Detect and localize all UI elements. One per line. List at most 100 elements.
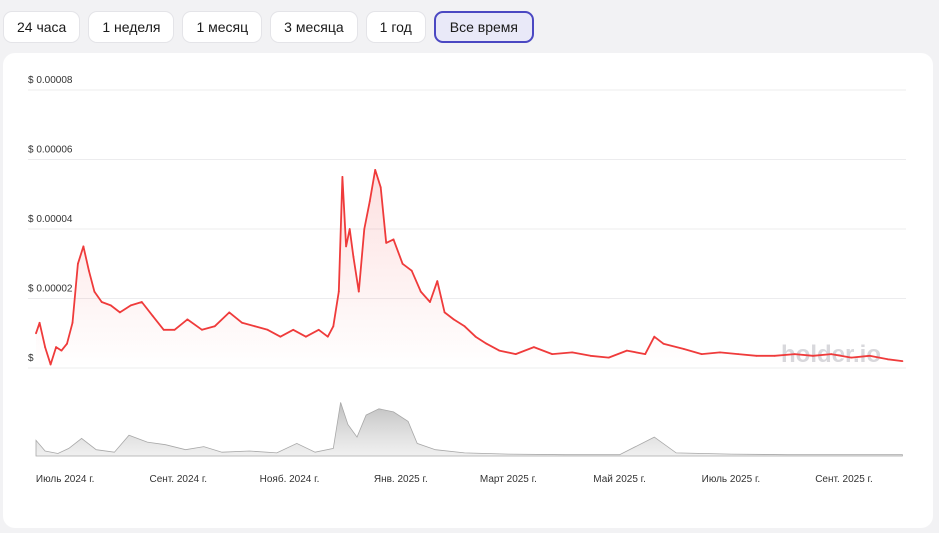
price-point xyxy=(162,328,165,331)
price-point xyxy=(93,290,96,293)
price-point xyxy=(341,176,344,178)
price-point xyxy=(653,335,656,338)
price-point xyxy=(662,342,665,345)
chart-card: $$ 0.00002$ 0.00004$ 0.00006$ 0.00008 ho… xyxy=(3,53,933,528)
price-point xyxy=(352,255,355,258)
tab-2[interactable]: 1 месяц xyxy=(182,11,263,43)
price-point xyxy=(44,346,46,348)
x-tick-label: Март 2025 г. xyxy=(480,474,537,485)
price-point xyxy=(241,321,244,324)
price-point xyxy=(49,363,52,366)
price-point xyxy=(326,335,329,338)
tab-0[interactable]: 24 часа xyxy=(3,11,81,43)
x-tick-label: Сент. 2025 г. xyxy=(815,474,873,485)
price-point xyxy=(773,354,776,357)
price-point xyxy=(317,328,320,331)
tab-3[interactable]: 3 месяца xyxy=(270,11,358,43)
price-point xyxy=(213,325,216,328)
x-axis-labels: Июль 2024 г. Сент. 2024 г. Нояб. 2024 г. Ян… xyxy=(36,473,873,485)
price-point xyxy=(551,353,554,355)
y-tick-label: $ 0.00008 xyxy=(28,75,73,86)
price-point xyxy=(305,335,307,338)
price-point xyxy=(452,318,455,321)
price-point xyxy=(607,356,610,359)
y-tick-label: $ 0.00004 xyxy=(28,214,73,225)
price-point xyxy=(82,245,85,248)
tab-4[interactable]: 1 год xyxy=(365,11,426,43)
price-point xyxy=(292,328,295,331)
price-point xyxy=(830,353,833,355)
price-point xyxy=(368,200,371,203)
y-tick-label: $ 0.00002 xyxy=(28,284,73,295)
x-tick-label: Май 2025 г. xyxy=(593,474,646,485)
price-point xyxy=(644,353,647,355)
price-point xyxy=(474,335,477,338)
price-point xyxy=(401,262,404,265)
price-area-fill xyxy=(36,169,903,368)
price-point xyxy=(682,348,685,350)
x-tick-label: Июль 2024 г. xyxy=(36,474,95,485)
price-point xyxy=(332,325,335,328)
price-point xyxy=(254,325,256,328)
price-point xyxy=(737,353,740,355)
x-tick-label: Июль 2025 г. xyxy=(702,474,761,485)
price-point xyxy=(498,349,501,352)
price-point xyxy=(173,328,176,331)
price-point xyxy=(140,301,143,303)
price-point xyxy=(514,353,517,355)
price-point xyxy=(901,360,904,362)
price-point xyxy=(812,354,814,357)
price-point xyxy=(850,356,853,359)
price-point xyxy=(357,290,360,293)
volume-area-path xyxy=(35,402,903,457)
price-point xyxy=(485,342,488,345)
price-point xyxy=(793,353,796,355)
price-point xyxy=(379,186,382,189)
price-point xyxy=(201,328,203,331)
y-tick-label: $ xyxy=(28,353,34,364)
price-point xyxy=(151,315,154,317)
price-point xyxy=(700,353,703,355)
price-point xyxy=(348,228,351,230)
price-point xyxy=(419,290,422,293)
price-point xyxy=(385,242,388,244)
y-axis-labels: $ $ 0.00002 $ 0.00004 $ 0.00006 $ 0.00008 xyxy=(28,75,73,364)
price-point xyxy=(571,351,574,354)
price-point xyxy=(35,332,37,335)
tab-5[interactable]: Все время xyxy=(433,11,534,43)
price-point xyxy=(755,354,758,357)
price-point xyxy=(60,349,63,352)
price-point xyxy=(109,304,112,307)
price-point xyxy=(66,342,68,345)
price-point xyxy=(38,321,41,324)
y-tick-label: $ 0.00006 xyxy=(28,145,73,156)
price-point xyxy=(266,328,269,331)
price-point xyxy=(337,290,340,293)
x-tick-label: Сент. 2024 г. xyxy=(150,474,208,485)
price-point xyxy=(88,269,90,272)
price-point xyxy=(71,321,74,324)
price-point xyxy=(429,301,431,303)
price-point xyxy=(868,354,871,357)
price-point xyxy=(410,269,413,272)
tab-1[interactable]: 1 неделя xyxy=(88,11,175,43)
price-point xyxy=(186,318,189,321)
x-tick-label: Нояб. 2024 г. xyxy=(260,473,320,485)
price-point xyxy=(886,358,889,361)
price-point xyxy=(392,238,395,241)
price-point xyxy=(55,346,57,348)
price-chart[interactable]: $$ 0.00002$ 0.00004$ 0.00006$ 0.00008 ho… xyxy=(3,53,933,528)
price-point xyxy=(279,335,282,338)
price-point xyxy=(589,354,592,357)
volume-area xyxy=(35,402,903,457)
price-point xyxy=(719,351,721,354)
price-point xyxy=(463,325,466,328)
price-point xyxy=(374,169,377,171)
price-point xyxy=(533,346,535,348)
price-point xyxy=(436,280,439,282)
price-point xyxy=(345,245,347,248)
price-series xyxy=(35,169,904,368)
price-point xyxy=(363,228,366,230)
price-point xyxy=(626,349,628,352)
price-point xyxy=(77,262,79,265)
